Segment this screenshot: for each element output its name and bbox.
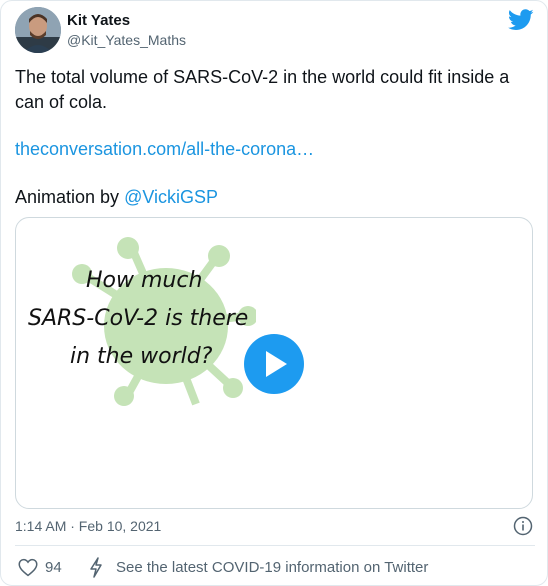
twitter-bird-icon[interactable]	[508, 9, 534, 31]
credit-prefix: Animation by	[15, 187, 125, 207]
animation-credit: Animation by @VickiGSP	[15, 185, 218, 210]
article-link[interactable]: theconversation.com/all-the-corona…	[15, 137, 314, 162]
play-button[interactable]	[244, 334, 304, 394]
tweet-timestamp[interactable]: 1:14 AM · Feb 10, 2021	[15, 518, 161, 534]
tweet-card: Kit Yates @Kit_Yates_Maths The total vol…	[0, 0, 548, 586]
divider	[15, 545, 535, 546]
tweet-text: The total volume of SARS-CoV-2 in the wo…	[15, 67, 510, 112]
author-handle[interactable]: @Kit_Yates_Maths	[67, 32, 186, 48]
author-name[interactable]: Kit Yates	[67, 12, 130, 29]
video-player[interactable]: How much SARS-CoV-2 is there in the worl…	[15, 217, 533, 509]
avatar-image	[15, 7, 61, 53]
avatar[interactable]	[15, 7, 61, 53]
like-count[interactable]: 94	[45, 559, 62, 576]
media-title-line-1: How much	[86, 268, 203, 293]
play-icon	[266, 351, 287, 377]
mention-link[interactable]: @VickiGSP	[124, 187, 218, 207]
media-title-line-2: SARS-CoV-2 is there	[28, 306, 249, 331]
media-title-line-3: in the world?	[70, 344, 213, 369]
lightning-icon	[90, 557, 102, 578]
heart-icon[interactable]	[18, 558, 38, 577]
info-icon[interactable]	[513, 516, 533, 536]
covid-info-link[interactable]: See the latest COVID-19 information on T…	[116, 559, 428, 576]
